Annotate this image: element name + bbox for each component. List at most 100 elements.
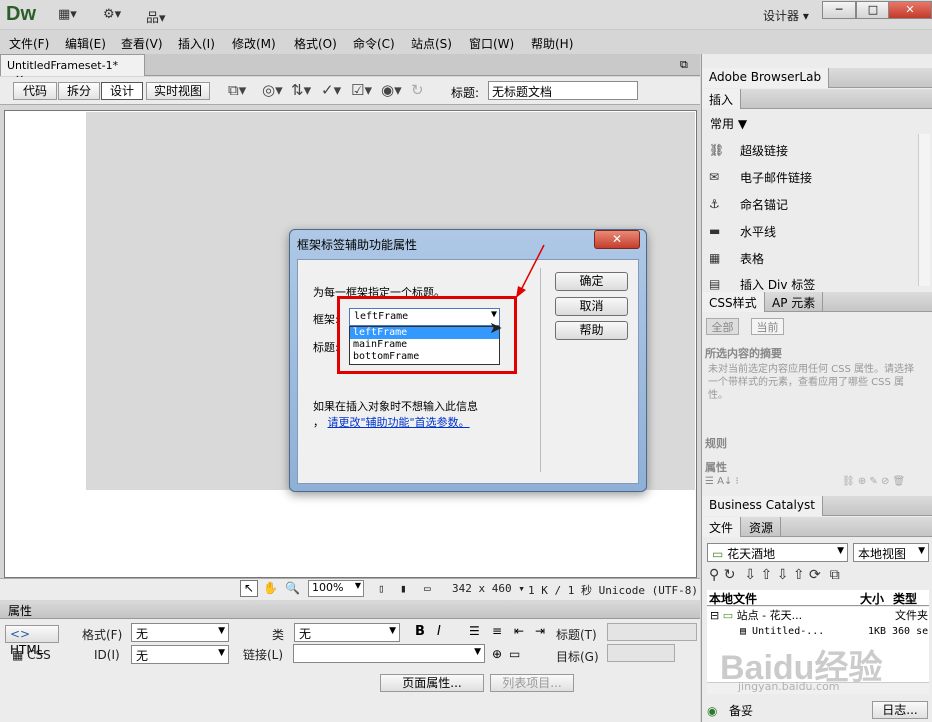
css-current-tab[interactable]: 当前: [751, 318, 784, 335]
col-local-files[interactable]: 本地文件: [709, 590, 757, 607]
extend-gear-icon[interactable]: ⚙▾: [103, 7, 121, 23]
browse-folder-icon[interactable]: ▭: [509, 647, 520, 661]
menu-insert[interactable]: 插入(I): [178, 35, 215, 52]
css-action-icons[interactable]: ⛓ ⊕ ✎ ⊘ 🗑: [842, 476, 905, 487]
css-mode-button[interactable]: ▦ CSS: [12, 648, 51, 662]
horizontal-rule-icon: ▬: [709, 224, 721, 238]
tab-css-styles[interactable]: CSS样式: [702, 292, 765, 312]
visual-aids-icon[interactable]: ◉▾: [381, 81, 402, 99]
link-input[interactable]: [293, 644, 485, 663]
restore-doc-icon[interactable]: ⧉: [680, 58, 688, 72]
tab-insert[interactable]: 插入: [702, 89, 742, 109]
insert-category-select[interactable]: 常用 ▼: [710, 115, 747, 132]
insert-named-anchor[interactable]: 命名锚记: [740, 196, 788, 213]
refresh-icon[interactable]: ↻: [411, 81, 424, 99]
title-field[interactable]: [607, 623, 697, 641]
hand-tool-icon[interactable]: ✋: [263, 581, 278, 595]
menu-format[interactable]: 格式(O): [294, 35, 337, 52]
maximize-button[interactable]: □: [856, 1, 890, 19]
left-frame[interactable]: [6, 112, 86, 490]
insert-div[interactable]: 插入 Div 标签: [740, 276, 815, 290]
doc-title-input[interactable]: 无标题文档: [488, 81, 638, 100]
insert-table[interactable]: 表格: [740, 250, 764, 267]
indent-icon[interactable]: ⇥: [535, 624, 545, 638]
point-to-file-icon[interactable]: ⊕: [492, 647, 502, 661]
file-row-site[interactable]: ⊟ ▭ 站点 - 花天... 文件夹: [710, 607, 928, 623]
browser-preview-icon[interactable]: ◎▾: [262, 81, 283, 99]
code-view-button[interactable]: 代码: [13, 82, 57, 100]
ok-button[interactable]: 确定: [555, 272, 628, 291]
help-button[interactable]: 帮助: [555, 321, 628, 340]
target-select[interactable]: [607, 644, 675, 662]
minimize-button[interactable]: ─: [822, 1, 856, 19]
bold-button[interactable]: B: [415, 624, 425, 639]
view-select[interactable]: 本地视图: [853, 543, 929, 562]
insert-hyperlink[interactable]: 超级链接: [740, 142, 788, 159]
preferences-link[interactable]: 请更改"辅助功能"首选参数。: [328, 416, 470, 429]
css-header: CSS样式 AP 元素: [702, 292, 932, 312]
cancel-button[interactable]: 取消: [555, 297, 628, 316]
close-button[interactable]: ✕: [888, 1, 932, 19]
menu-site[interactable]: 站点(S): [411, 35, 452, 52]
design-view-button[interactable]: 设计: [101, 82, 143, 100]
layout-icon[interactable]: ▦▾: [58, 7, 77, 23]
menu-modify[interactable]: 修改(M): [232, 35, 276, 52]
window-size-readout[interactable]: 342 x 460 ▾: [452, 582, 525, 595]
site-select[interactable]: ▭ 花天酒地: [707, 543, 848, 562]
w3c-validation-icon[interactable]: ✓▾: [321, 81, 341, 99]
menu-edit[interactable]: 编辑(E): [65, 35, 106, 52]
split-view-button[interactable]: 拆分: [58, 82, 100, 100]
log-button[interactable]: 日志...: [872, 701, 928, 719]
workspace-switcher[interactable]: 设计器 ▾: [763, 7, 809, 24]
menu-file[interactable]: 文件(F): [9, 35, 49, 52]
css-all-tab[interactable]: 全部: [706, 318, 739, 335]
pointer-tool-icon[interactable]: ↖: [240, 580, 258, 597]
unordered-list-icon[interactable]: ☰: [469, 624, 480, 638]
properties-header[interactable]: 属性: [0, 601, 700, 619]
zoom-select[interactable]: 100% ▼: [308, 580, 364, 597]
file-row-untitled[interactable]: ▤ Untitled-... 1KB 360 se: [740, 626, 930, 637]
desktop-size-icon[interactable]: ▭: [424, 582, 431, 595]
format-select[interactable]: 无: [131, 623, 229, 642]
live-view-button[interactable]: 实时视图: [146, 82, 210, 100]
outdent-icon[interactable]: ⇤: [514, 624, 524, 638]
col-type[interactable]: 类型: [893, 590, 917, 607]
window-size-icon[interactable]: ▯: [378, 582, 385, 595]
status-ok-icon: ◉: [707, 704, 718, 718]
ordered-list-icon[interactable]: ≡: [492, 624, 502, 638]
browserlab-header: Adobe BrowserLab: [702, 68, 932, 88]
col-size[interactable]: 大小: [860, 590, 884, 607]
document-tab[interactable]: UntitledFrameset-1* ×: [0, 54, 145, 85]
menu-commands[interactable]: 命令(C): [353, 35, 395, 52]
insert-scrollbar[interactable]: [918, 134, 930, 286]
dialog-title: 框架标签辅助功能属性: [297, 238, 418, 252]
zoom-tool-icon[interactable]: 🔍: [285, 581, 300, 595]
menu-help[interactable]: 帮助(H): [531, 35, 573, 52]
check-browser-icon[interactable]: ☑▾: [351, 81, 372, 99]
css-view-icons[interactable]: ☰ A↓ ⁝: [705, 476, 739, 487]
menu-view[interactable]: 查看(V): [121, 35, 163, 52]
tab-browserlab[interactable]: Adobe BrowserLab: [702, 68, 830, 88]
italic-button[interactable]: I: [437, 624, 441, 639]
list-item-button[interactable]: 列表项目...: [490, 674, 574, 692]
title-label: 标题(T): [556, 628, 597, 642]
id-select[interactable]: 无: [131, 645, 229, 664]
tab-files[interactable]: 文件: [702, 517, 742, 537]
tab-ap-elements[interactable]: AP 元素: [765, 292, 824, 312]
annotation-arrow: [516, 244, 545, 298]
tablet-size-icon[interactable]: ▮: [400, 582, 407, 595]
insert-email-link[interactable]: 电子邮件链接: [740, 169, 812, 186]
tab-assets[interactable]: 资源: [742, 517, 782, 537]
dialog-close-button[interactable]: ✕: [594, 230, 640, 249]
page-properties-button[interactable]: 页面属性...: [380, 674, 484, 692]
class-select[interactable]: 无: [294, 623, 400, 642]
bottom-frame[interactable]: [6, 492, 695, 576]
site-icon[interactable]: 品▾: [146, 7, 166, 26]
tab-business-catalyst[interactable]: Business Catalyst: [702, 496, 823, 516]
file-management-icon[interactable]: ⇅▾: [291, 81, 311, 99]
html-mode-button[interactable]: <> HTML: [5, 625, 59, 657]
files-toolbar-icons[interactable]: ⚲ ↻ ⇩ ⇧ ⇩ ⇧ ⟳ ⧉: [709, 567, 840, 583]
insert-horizontal-rule[interactable]: 水平线: [740, 223, 776, 240]
multiscreen-icon[interactable]: ⧉▾: [228, 81, 246, 99]
menu-window[interactable]: 窗口(W): [469, 35, 514, 52]
